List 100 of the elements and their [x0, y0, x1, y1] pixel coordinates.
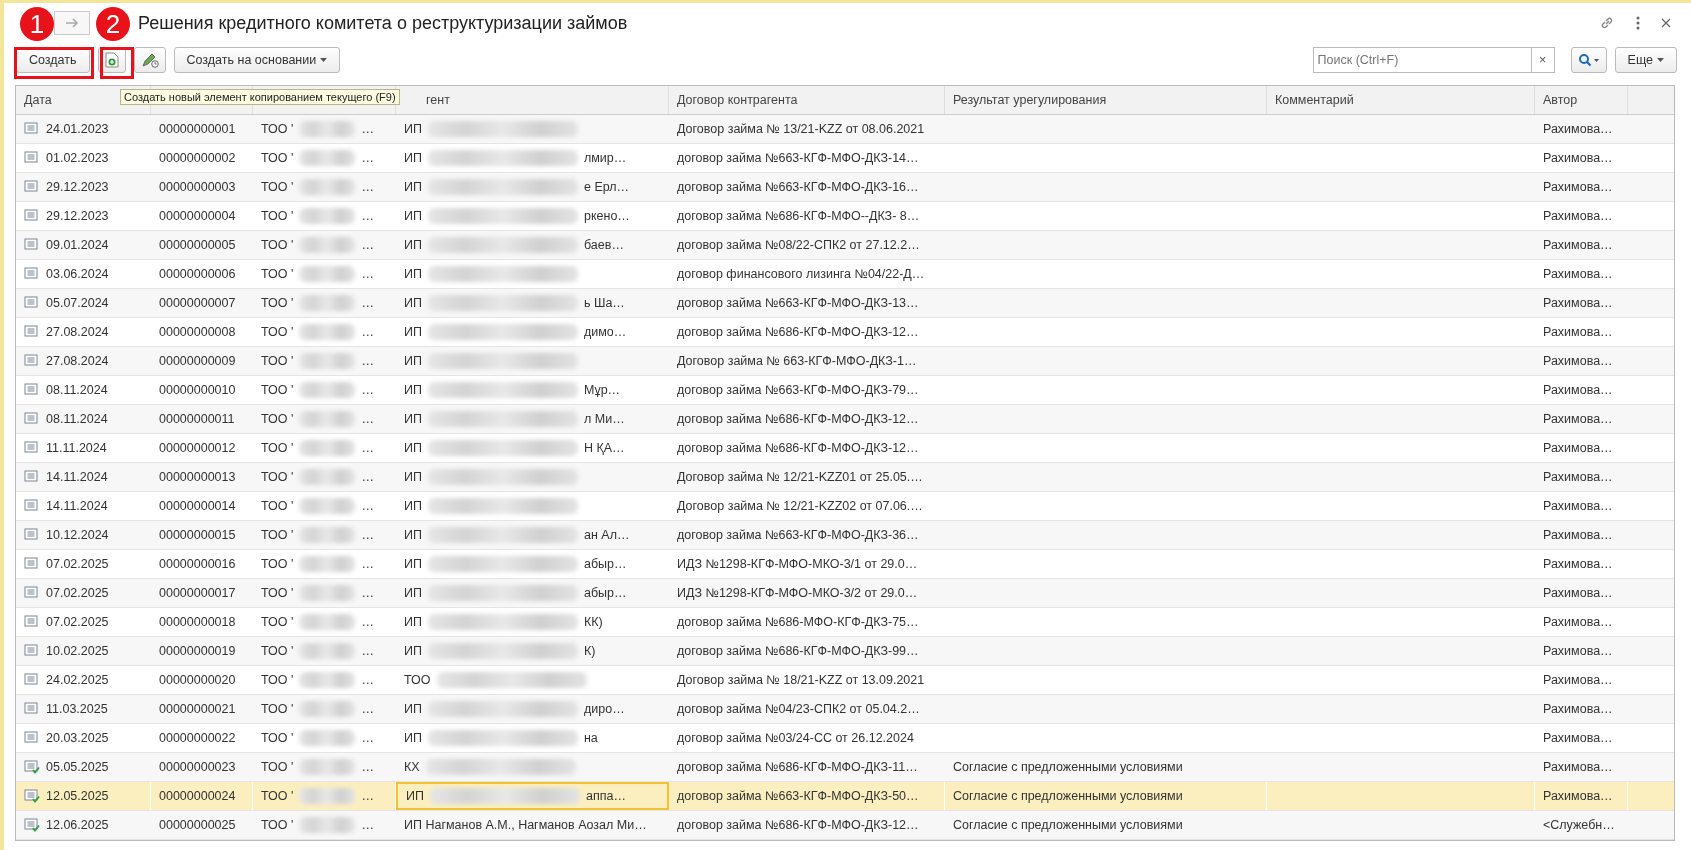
column-header[interactable]: Результат урегулирования — [953, 93, 1107, 107]
column-header[interactable]: Автор — [1543, 93, 1578, 107]
organization-text: … — [361, 818, 374, 832]
redaction-blur — [299, 179, 356, 195]
author-text: Рахимова… — [1543, 209, 1613, 223]
number-text: 00000000008 — [159, 325, 236, 339]
window-title: Решения кредитного комитета о реструктуризации займов — [138, 12, 628, 34]
date-text: 24.01.2023 — [46, 122, 109, 136]
counterparty-text: ИП — [404, 151, 422, 165]
edit-button[interactable] — [133, 47, 166, 73]
number-text: 00000000012 — [159, 441, 236, 455]
date-text: 24.02.2025 — [46, 673, 109, 687]
close-icon[interactable] — [1661, 18, 1671, 28]
date-text: 03.06.2024 — [46, 267, 109, 281]
table-row[interactable]: 10.12.2024 00000000015 ТОО ' … ИП ан Ал… договор займа №663-КГФ-МФО-ДКЗ-36… Рахимова… — [16, 521, 1674, 550]
table-row[interactable]: 10.02.2025 00000000019 ТОО ' … ИП К) договор займа №686-КГФ-МФО-ДКЗ-99… Рахимова… — [16, 637, 1674, 666]
create-based-on-button[interactable]: Создать на основании — [173, 47, 341, 73]
date-text: 14.11.2024 — [46, 499, 108, 513]
organization-text: … — [361, 441, 374, 455]
organization-text: ТОО ' — [261, 180, 294, 194]
redaction-blur — [299, 730, 356, 746]
table-row[interactable]: 11.03.2025 00000000021 ТОО ' … ИП диро… договор займа №04/23-СПК2 от 05.04.2… Рахимова… — [16, 695, 1674, 724]
counterparty-text: лмир… — [583, 151, 627, 165]
result-text: Согласие с предложенными условиями — [953, 760, 1183, 774]
contract-text: Договор займа № 13/21-KZZ от 08.06.2021 — [677, 122, 925, 136]
highlight-frame — [100, 47, 134, 79]
more-icon[interactable] — [1635, 16, 1641, 30]
number-text: 00000000010 — [159, 383, 236, 397]
author-text: Рахимова… — [1543, 441, 1613, 455]
number-text: 00000000007 — [159, 296, 236, 310]
link-icon[interactable] — [1599, 15, 1615, 31]
redaction-blur — [299, 817, 356, 833]
table-row[interactable]: 14.11.2024 00000000013 ТОО ' … ИП Договор займа № 12/21-KZZ01 от 25.05.… Рахимова… — [16, 463, 1674, 492]
organization-text: ТОО ' — [261, 325, 294, 339]
table-row[interactable]: 27.08.2024 00000000009 ТОО ' … ИП Договор займа № 663-КГФ-МФО-ДКЗ-1… Рахимова… — [16, 347, 1674, 376]
redaction-blur — [299, 324, 356, 340]
date-text: 27.08.2024 — [46, 325, 109, 339]
organization-text: ТОО ' — [261, 267, 294, 281]
author-text: <Служебн… — [1543, 818, 1615, 832]
contract-text: Договор займа № 12/21-KZZ02 от 07.06.… — [677, 499, 923, 513]
organization-text: ТОО ' — [261, 789, 294, 803]
organization-text: … — [361, 760, 374, 774]
contract-text: договор займа №686-КГФ-МФО-ДКЗ-99… — [677, 644, 919, 658]
counterparty-text: абыр… — [583, 586, 627, 600]
redaction-blur — [299, 498, 356, 514]
table-row[interactable]: 08.11.2024 00000000011 ТОО ' … ИП л Ми… договор займа №686-КГФ-МФО-ДКЗ-12… Рахимова… — [16, 405, 1674, 434]
counterparty-text: ИП — [404, 267, 422, 281]
column-header[interactable]: Договор контрагента — [677, 93, 798, 107]
arrow-right-icon — [65, 18, 79, 28]
organization-text: ТОО ' — [261, 412, 294, 426]
search-button[interactable] — [1570, 47, 1607, 73]
table-row[interactable]: 29.12.2023 00000000003 ТОО ' … ИП е Ерл… договор займа №663-КГФ-МФО-ДКЗ-16… Рахимова… — [16, 173, 1674, 202]
organization-text: … — [361, 151, 374, 165]
organization-text: ТОО ' — [261, 470, 294, 484]
caret-icon — [320, 58, 328, 62]
author-text: Рахимова… — [1543, 238, 1613, 252]
organization-text: … — [361, 789, 374, 803]
table-row[interactable]: 24.01.2023 00000000001 ТОО ' … ИП Договор займа № 13/21-KZZ от 08.06.2021 Рахимова… — [16, 115, 1674, 144]
counterparty-text: КХ — [404, 760, 420, 774]
date-text: 29.12.2023 — [46, 180, 109, 194]
organization-text: ТОО ' — [261, 557, 294, 571]
organization-text: ТОО ' — [261, 354, 294, 368]
organization-text: ТОО ' — [261, 528, 294, 542]
marker-badge: 1 — [20, 7, 54, 41]
column-header[interactable]: Комментарий — [1275, 93, 1354, 107]
table-row[interactable]: 05.05.2025 00000000023 ТОО ' … КХ договор займа №686-КГФ-МФО-ДКЗ-11… Согласие с предложенными условиями Рахимова… — [16, 753, 1674, 782]
redaction-blur — [299, 411, 356, 427]
table-row[interactable]: 07.02.2025 00000000017 ТОО ' … ИП абыр… ИДЗ №1298-КГФ-МФО-МКО-3/2 от 29.0… Рахимова… — [16, 579, 1674, 608]
redaction-blur — [299, 353, 356, 369]
redaction-blur — [299, 469, 356, 485]
number-text: 00000000009 — [159, 354, 236, 368]
counterparty-text: ИП — [404, 383, 422, 397]
table-row[interactable]: 05.07.2024 00000000007 ТОО ' … ИП ь Ша… договор займа №663-КГФ-МФО-ДКЗ-13… Рахимова… — [16, 289, 1674, 318]
date-text: 10.12.2024 — [46, 528, 109, 542]
table-row[interactable]: 12.06.2025 00000000025 ТОО ' … ИП Нагманов А.М., Нагманов Аозал Ми… договор займа №686-КГФ-МФО-ДКЗ-12… Согласие с предложенными условиями <Служебн… — [16, 811, 1674, 840]
date-text: 10.02.2025 — [46, 644, 109, 658]
contract-text: договор займа №663-КГФ-МФО-ДКЗ-16… — [677, 180, 919, 194]
result-text: Согласие с предложенными условиями — [953, 818, 1183, 832]
organization-text: … — [361, 499, 374, 513]
organization-text: … — [361, 122, 374, 136]
organization-text: … — [361, 238, 374, 252]
redaction-blur — [299, 643, 356, 659]
clear-button[interactable]: × — [1530, 48, 1554, 72]
table-row[interactable]: 09.01.2024 00000000005 ТОО ' … ИП баев… договор займа №08/22-СПК2 от 27.12.2… Рахимова… — [16, 231, 1674, 260]
column-header[interactable]: Дата — [24, 93, 52, 107]
author-text: Рахимова… — [1543, 325, 1613, 339]
table-row[interactable]: 12.05.2025 00000000024 ТОО ' … ИП аппа… договор займа №663-КГФ-МФО-ДКЗ-50… Согласие с предложенными условиями Рахимова… — [16, 782, 1674, 811]
date-text: 07.02.2025 — [46, 615, 109, 629]
caret-icon — [1657, 58, 1664, 62]
redaction-blur — [299, 150, 356, 166]
organization-text: ТОО ' — [261, 702, 294, 716]
counterparty-text: аппа… — [585, 789, 626, 803]
counterparty-text: ИП — [404, 615, 422, 629]
column-header[interactable]: гент — [426, 93, 450, 107]
search-field[interactable]: Поиск (Ctrl+F) × — [1312, 47, 1555, 73]
contract-text: договор финансового лизинга №04/22-Д… — [677, 267, 925, 281]
document-add-icon — [104, 52, 119, 68]
contract-text: договор займа №686-КГФ-МФО-ДКЗ-12… — [677, 412, 919, 426]
more-button[interactable]: Еще — [1614, 47, 1677, 73]
organization-text: … — [361, 325, 374, 339]
